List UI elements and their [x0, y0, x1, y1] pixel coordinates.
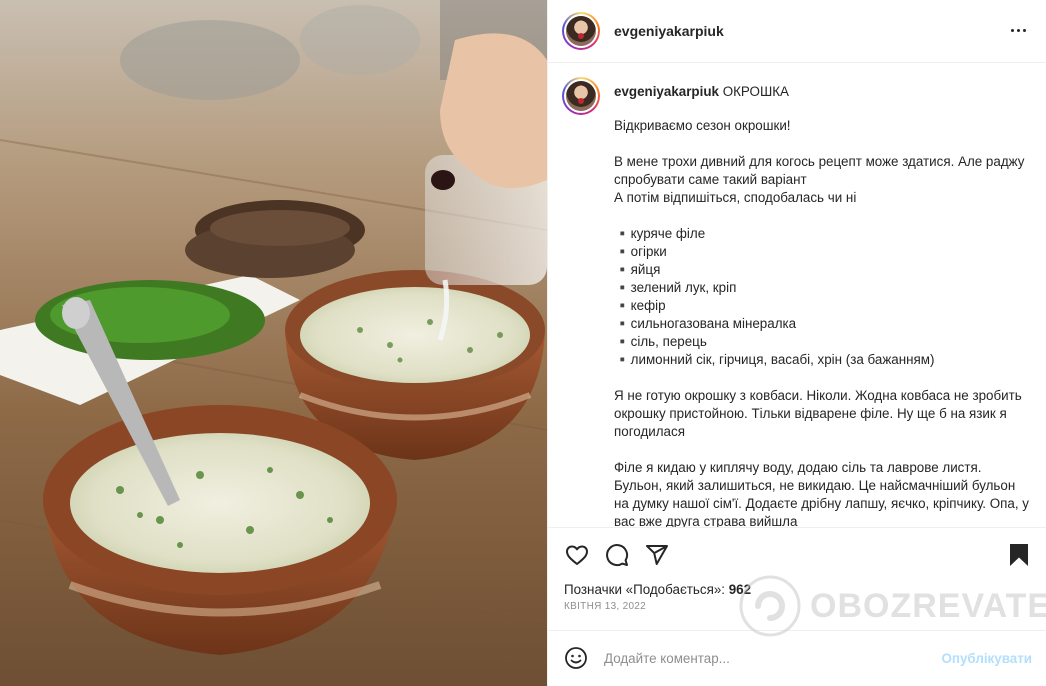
- more-options-icon[interactable]: [1004, 17, 1032, 45]
- post-side-panel: evgeniyakarpiuk evgeniyakarpiuk ОКРОШКА …: [547, 0, 1046, 686]
- caption-author[interactable]: evgeniyakarpiuk: [614, 84, 719, 99]
- post-photo: [0, 0, 547, 686]
- author-avatar[interactable]: [562, 11, 600, 50]
- likes-label: Позначки «Подобається»:: [564, 582, 725, 598]
- caption-body: evgeniyakarpiuk ОКРОШКА Відкриваємо сезо…: [614, 77, 1032, 528]
- comment-input[interactable]: [604, 651, 942, 667]
- post-date[interactable]: квітня 13, 2022: [564, 601, 1032, 612]
- comment-icon[interactable]: [604, 542, 630, 568]
- okroshka-photo: [0, 0, 547, 686]
- caption: evgeniyakarpiuk ОКРОШКА Відкриваємо сезо…: [562, 76, 1032, 528]
- send-icon[interactable]: [644, 542, 670, 568]
- heart-icon[interactable]: [564, 542, 590, 568]
- bookmark-icon[interactable]: [1006, 542, 1032, 568]
- caption-author-avatar[interactable]: [562, 76, 600, 115]
- publish-button[interactable]: Опублікувати: [941, 651, 1032, 666]
- comment-form: Опублікувати: [548, 630, 1046, 686]
- comments-area[interactable]: evgeniyakarpiuk ОКРОШКА Відкриваємо сезо…: [548, 63, 1046, 528]
- likes-summary[interactable]: Позначки «Подобається»: 962: [564, 582, 1032, 597]
- instagram-post: evgeniyakarpiuk evgeniyakarpiuk ОКРОШКА …: [0, 0, 1046, 686]
- caption-text: Відкриваємо сезон окрошки! В мене трохи …: [614, 117, 1029, 528]
- action-bar: [564, 540, 1032, 570]
- post-header: evgeniyakarpiuk: [548, 0, 1046, 63]
- emoji-icon[interactable]: [564, 646, 590, 672]
- caption-title: ОКРОШКА: [722, 83, 789, 99]
- likes-count: 962: [728, 582, 752, 598]
- post-actions-section: Позначки «Подобається»: 962 квітня 13, 2…: [548, 527, 1046, 630]
- author-username[interactable]: evgeniyakarpiuk: [614, 23, 724, 39]
